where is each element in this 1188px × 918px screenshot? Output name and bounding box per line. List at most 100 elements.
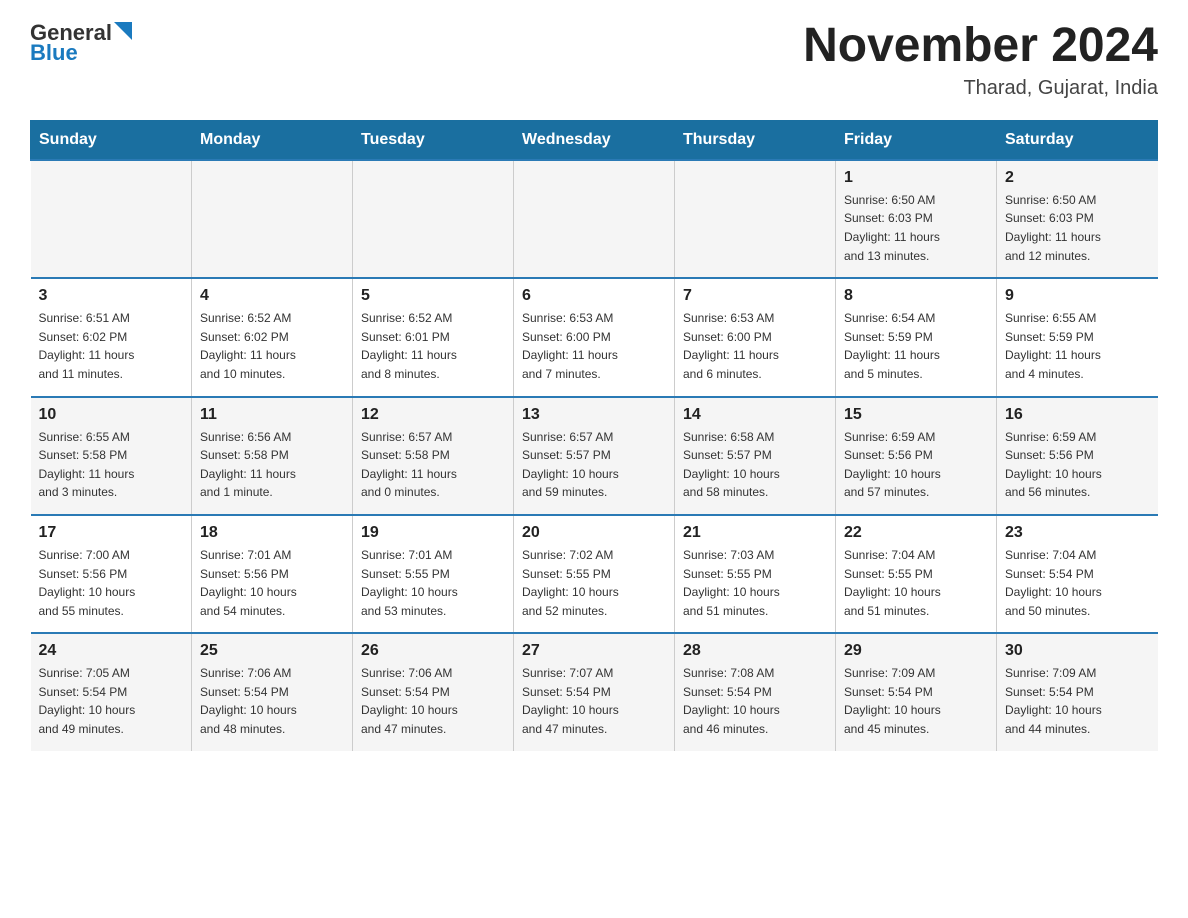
day-number: 10 <box>39 406 184 424</box>
calendar-cell: 29 Sunrise: 7:09 AM Sunset: 5:54 PM Dayli… <box>836 633 997 750</box>
weekday-row: SundayMondayTuesdayWednesdayThursdayFrid… <box>31 120 1158 160</box>
calendar-subtitle: Tharad, Gujarat, India <box>803 77 1158 100</box>
day-info: Sunrise: 7:09 AM Sunset: 5:54 PM Dayligh… <box>1005 664 1150 738</box>
day-number: 30 <box>1005 642 1150 660</box>
day-info: Sunrise: 7:05 AM Sunset: 5:54 PM Dayligh… <box>39 664 184 738</box>
day-number: 26 <box>361 642 505 660</box>
day-number: 11 <box>200 406 344 424</box>
day-number: 15 <box>844 406 988 424</box>
day-info: Sunrise: 6:51 AM Sunset: 6:02 PM Dayligh… <box>39 309 184 383</box>
calendar-cell: 14Sunrise: 6:58 AM Sunset: 5:57 PM Dayli… <box>675 397 836 515</box>
day-info: Sunrise: 7:06 AM Sunset: 5:54 PM Dayligh… <box>200 664 344 738</box>
calendar-cell <box>675 160 836 278</box>
calendar-cell: 24 Sunrise: 7:05 AM Sunset: 5:54 PM Dayli… <box>31 633 192 750</box>
day-number: 24 <box>39 642 184 660</box>
day-number: 8 <box>844 287 988 305</box>
weekday-header-thursday: Thursday <box>675 120 836 160</box>
day-info: Sunrise: 6:59 AM Sunset: 5:56 PM Dayligh… <box>1005 428 1150 502</box>
day-info: Sunrise: 7:04 AM Sunset: 5:55 PM Dayligh… <box>844 546 988 620</box>
day-info: Sunrise: 7:01 AM Sunset: 5:55 PM Dayligh… <box>361 546 505 620</box>
calendar-cell: 1Sunrise: 6:50 AM Sunset: 6:03 PM Daylig… <box>836 160 997 278</box>
day-number: 14 <box>683 406 827 424</box>
day-number: 20 <box>522 524 666 542</box>
day-number: 25 <box>200 642 344 660</box>
calendar-cell: 10 Sunrise: 6:55 AM Sunset: 5:58 PM Dayli… <box>31 397 192 515</box>
calendar-table: SundayMondayTuesdayWednesdayThursdayFrid… <box>30 120 1158 751</box>
day-number: 5 <box>361 287 505 305</box>
calendar-cell: 22 Sunrise: 7:04 AM Sunset: 5:55 PM Dayli… <box>836 515 997 633</box>
day-info: Sunrise: 7:00 AM Sunset: 5:56 PM Dayligh… <box>39 546 184 620</box>
calendar-cell: 3 Sunrise: 6:51 AM Sunset: 6:02 PM Daylig… <box>31 278 192 396</box>
calendar-cell: 8 Sunrise: 6:54 AM Sunset: 5:59 PM Daylig… <box>836 278 997 396</box>
calendar-week-3: 10 Sunrise: 6:55 AM Sunset: 5:58 PM Dayli… <box>31 397 1158 515</box>
day-number: 23 <box>1005 524 1150 542</box>
calendar-cell <box>192 160 353 278</box>
day-number: 18 <box>200 524 344 542</box>
day-number: 27 <box>522 642 666 660</box>
day-number: 7 <box>683 287 827 305</box>
day-info: Sunrise: 6:52 AM Sunset: 6:01 PM Dayligh… <box>361 309 505 383</box>
day-info: Sunrise: 7:07 AM Sunset: 5:54 PM Dayligh… <box>522 664 666 738</box>
day-info: Sunrise: 7:08 AM Sunset: 5:54 PM Dayligh… <box>683 664 827 738</box>
day-info: Sunrise: 6:50 AM Sunset: 6:03 PM Dayligh… <box>844 191 988 265</box>
day-info: Sunrise: 7:06 AM Sunset: 5:54 PM Dayligh… <box>361 664 505 738</box>
logo-area: General Blue <box>30 20 132 66</box>
weekday-header-saturday: Saturday <box>997 120 1158 160</box>
calendar-cell: 27 Sunrise: 7:07 AM Sunset: 5:54 PM Dayli… <box>514 633 675 750</box>
calendar-cell: 9 Sunrise: 6:55 AM Sunset: 5:59 PM Daylig… <box>997 278 1158 396</box>
calendar-cell: 20Sunrise: 7:02 AM Sunset: 5:55 PM Dayli… <box>514 515 675 633</box>
logo-blue-text: Blue <box>30 40 78 66</box>
day-number: 3 <box>39 287 184 305</box>
day-number: 28 <box>683 642 827 660</box>
calendar-cell: 7Sunrise: 6:53 AM Sunset: 6:00 PM Daylig… <box>675 278 836 396</box>
weekday-header-sunday: Sunday <box>31 120 192 160</box>
calendar-week-1: 1Sunrise: 6:50 AM Sunset: 6:03 PM Daylig… <box>31 160 1158 278</box>
day-info: Sunrise: 6:59 AM Sunset: 5:56 PM Dayligh… <box>844 428 988 502</box>
calendar-cell: 19 Sunrise: 7:01 AM Sunset: 5:55 PM Dayli… <box>353 515 514 633</box>
calendar-cell: 26 Sunrise: 7:06 AM Sunset: 5:54 PM Dayli… <box>353 633 514 750</box>
day-info: Sunrise: 6:57 AM Sunset: 5:58 PM Dayligh… <box>361 428 505 502</box>
calendar-cell: 18 Sunrise: 7:01 AM Sunset: 5:56 PM Dayli… <box>192 515 353 633</box>
day-info: Sunrise: 6:53 AM Sunset: 6:00 PM Dayligh… <box>522 309 666 383</box>
calendar-cell: 6 Sunrise: 6:53 AM Sunset: 6:00 PM Daylig… <box>514 278 675 396</box>
calendar-cell: 28 Sunrise: 7:08 AM Sunset: 5:54 PM Dayli… <box>675 633 836 750</box>
day-info: Sunrise: 6:50 AM Sunset: 6:03 PM Dayligh… <box>1005 191 1150 265</box>
day-number: 16 <box>1005 406 1150 424</box>
calendar-cell: 2 Sunrise: 6:50 AM Sunset: 6:03 PM Daylig… <box>997 160 1158 278</box>
calendar-cell: 15 Sunrise: 6:59 AM Sunset: 5:56 PM Dayli… <box>836 397 997 515</box>
calendar-cell: 16 Sunrise: 6:59 AM Sunset: 5:56 PM Dayli… <box>997 397 1158 515</box>
day-info: Sunrise: 6:55 AM Sunset: 5:59 PM Dayligh… <box>1005 309 1150 383</box>
calendar-cell: 13Sunrise: 6:57 AM Sunset: 5:57 PM Dayli… <box>514 397 675 515</box>
day-number: 21 <box>683 524 827 542</box>
day-number: 4 <box>200 287 344 305</box>
day-number: 2 <box>1005 169 1150 187</box>
day-info: Sunrise: 7:09 AM Sunset: 5:54 PM Dayligh… <box>844 664 988 738</box>
day-info: Sunrise: 6:54 AM Sunset: 5:59 PM Dayligh… <box>844 309 988 383</box>
calendar-cell <box>31 160 192 278</box>
day-number: 29 <box>844 642 988 660</box>
calendar-week-4: 17Sunrise: 7:00 AM Sunset: 5:56 PM Dayli… <box>31 515 1158 633</box>
day-info: Sunrise: 6:57 AM Sunset: 5:57 PM Dayligh… <box>522 428 666 502</box>
weekday-header-friday: Friday <box>836 120 997 160</box>
day-number: 6 <box>522 287 666 305</box>
calendar-cell: 5 Sunrise: 6:52 AM Sunset: 6:01 PM Daylig… <box>353 278 514 396</box>
title-area: November 2024 Tharad, Gujarat, India <box>803 20 1158 100</box>
day-number: 9 <box>1005 287 1150 305</box>
calendar-cell: 11Sunrise: 6:56 AM Sunset: 5:58 PM Dayli… <box>192 397 353 515</box>
calendar-cell <box>353 160 514 278</box>
calendar-header: SundayMondayTuesdayWednesdayThursdayFrid… <box>31 120 1158 160</box>
calendar-week-5: 24 Sunrise: 7:05 AM Sunset: 5:54 PM Dayli… <box>31 633 1158 750</box>
day-number: 19 <box>361 524 505 542</box>
calendar-body: 1Sunrise: 6:50 AM Sunset: 6:03 PM Daylig… <box>31 160 1158 751</box>
weekday-header-wednesday: Wednesday <box>514 120 675 160</box>
day-info: Sunrise: 6:52 AM Sunset: 6:02 PM Dayligh… <box>200 309 344 383</box>
weekday-header-tuesday: Tuesday <box>353 120 514 160</box>
calendar-cell: 4 Sunrise: 6:52 AM Sunset: 6:02 PM Daylig… <box>192 278 353 396</box>
day-number: 12 <box>361 406 505 424</box>
day-number: 22 <box>844 524 988 542</box>
day-info: Sunrise: 7:01 AM Sunset: 5:56 PM Dayligh… <box>200 546 344 620</box>
calendar-cell <box>514 160 675 278</box>
calendar-title: November 2024 <box>803 20 1158 73</box>
calendar-week-2: 3 Sunrise: 6:51 AM Sunset: 6:02 PM Daylig… <box>31 278 1158 396</box>
day-info: Sunrise: 6:55 AM Sunset: 5:58 PM Dayligh… <box>39 428 184 502</box>
